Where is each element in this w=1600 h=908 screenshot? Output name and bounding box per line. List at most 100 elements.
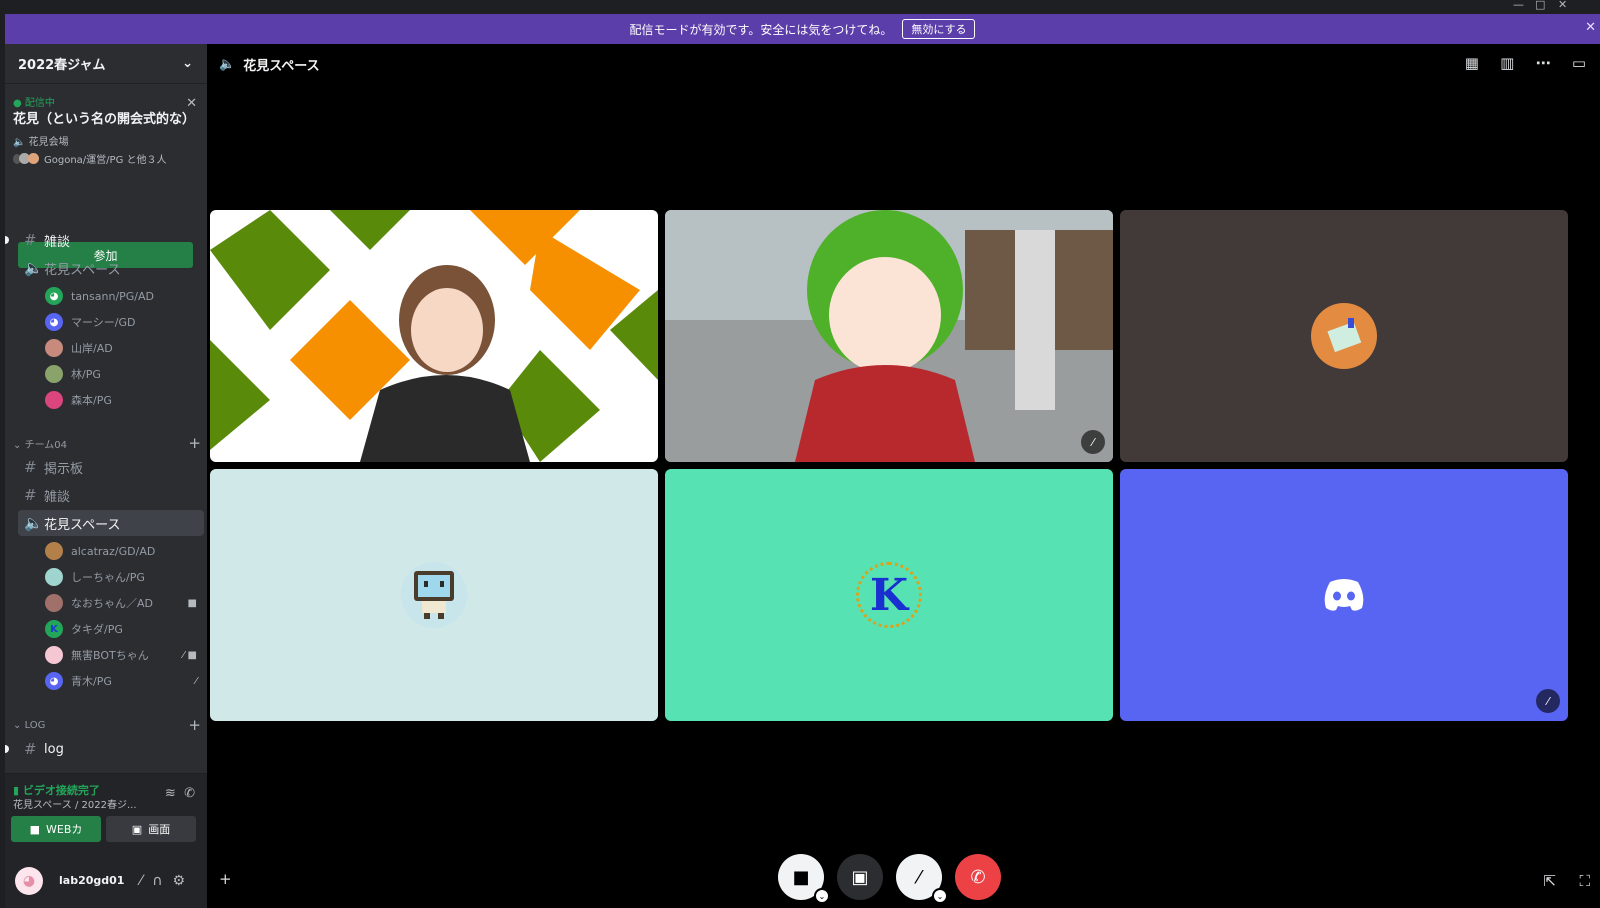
chevron-down-icon: ⌄ bbox=[182, 56, 193, 71]
voice-user[interactable]: K タキダ/PG bbox=[45, 617, 205, 641]
channel-log[interactable]: # log bbox=[18, 736, 204, 762]
gear-icon[interactable]: ⚙ bbox=[172, 873, 195, 889]
avatar-letter: K bbox=[869, 569, 909, 621]
popout-icon[interactable]: ▭ bbox=[1572, 54, 1586, 72]
video-tile-5[interactable]: K bbox=[665, 469, 1113, 721]
voice-location[interactable]: 花見スペース / 2022春ジ... bbox=[13, 796, 137, 811]
avatar-image bbox=[1327, 318, 1362, 353]
add-channel-icon[interactable]: + bbox=[188, 434, 201, 452]
add-user-icon[interactable]: + bbox=[219, 870, 232, 888]
chevron-down-icon[interactable]: ⌄ bbox=[932, 888, 948, 904]
speaker-icon: 🔈 bbox=[24, 259, 43, 277]
avatar[interactable]: ◕ bbox=[15, 866, 43, 895]
voice-user[interactable]: alcatraz/GD/AD bbox=[45, 539, 205, 563]
camera-toggle-button[interactable]: ■ ⌄ bbox=[778, 854, 830, 904]
chevron-down-icon[interactable]: ⌄ bbox=[814, 888, 830, 904]
channel-keijiban[interactable]: # 掲示板 bbox=[18, 454, 204, 480]
mute-icon[interactable]: ⁄ bbox=[140, 873, 152, 889]
close-icon[interactable]: ✕ bbox=[186, 96, 197, 111]
close-window-icon[interactable]: ✕ bbox=[1558, 0, 1567, 11]
streamer-mode-banner: 配信モードが有効です。安全には気をつけてね。 無効にする ✕ bbox=[5, 14, 1600, 44]
add-channel-icon[interactable]: + bbox=[188, 716, 201, 734]
camera-icon: ■ bbox=[187, 597, 197, 609]
camera-icon: ■ bbox=[792, 866, 810, 888]
avatar bbox=[45, 594, 63, 612]
server-header[interactable]: 2022春ジャム ⌄ bbox=[5, 44, 207, 84]
video-feed bbox=[210, 210, 658, 462]
header-actions: ▦ ▥ ⋯ ▭ bbox=[1449, 54, 1586, 72]
chevron-down-icon: ⌄ bbox=[13, 719, 22, 731]
avatar: K bbox=[45, 620, 63, 638]
voice-user[interactable]: しーちゃん/PG bbox=[45, 565, 205, 589]
disable-streamer-mode-button[interactable]: 無効にする bbox=[902, 19, 976, 39]
close-icon[interactable]: ✕ bbox=[1585, 20, 1596, 35]
speaker-icon: 🔈 bbox=[219, 56, 236, 72]
hash-icon: # bbox=[24, 740, 37, 758]
channel-zatsudan-2[interactable]: # 雑談 bbox=[18, 482, 204, 508]
mute-icon: ⁄ bbox=[917, 866, 921, 888]
voice-user[interactable]: なおちゃん／AD ■ bbox=[45, 591, 205, 615]
video-feed bbox=[665, 210, 1113, 462]
video-tile-2[interactable]: ⁄ bbox=[665, 210, 1113, 462]
disconnect-button[interactable]: ✆ bbox=[955, 854, 1001, 900]
avatar bbox=[45, 391, 63, 409]
screen-share-icon: ▣ bbox=[131, 822, 143, 836]
maximize-icon[interactable]: □ bbox=[1535, 0, 1545, 11]
more-icon[interactable]: ⋯ bbox=[1536, 54, 1551, 72]
video-tile-6[interactable]: ⁄ bbox=[1120, 469, 1568, 721]
video-tile-3[interactable] bbox=[1120, 210, 1568, 462]
camera-icon: ■ bbox=[29, 822, 41, 836]
speaker-icon: 🔈 bbox=[24, 514, 43, 532]
avatar bbox=[401, 562, 467, 628]
mute-toggle-button[interactable]: ⁄ ⌄ bbox=[896, 854, 948, 904]
live-status: ● 配信中 bbox=[13, 98, 55, 109]
channel-sidebar: 2022春ジャム ⌄ ● 配信中 花見（という名の開会式的な） 🔈 花見会場 G… bbox=[5, 44, 207, 908]
voice-user[interactable]: 林/PG bbox=[45, 362, 205, 386]
avatar bbox=[45, 568, 63, 586]
username[interactable]: lab20gd01 bbox=[59, 874, 124, 887]
video-tile-1[interactable] bbox=[210, 210, 658, 462]
unread-indicator bbox=[5, 236, 9, 244]
avatar bbox=[45, 646, 63, 664]
layout-icon[interactable]: ▥ bbox=[1500, 54, 1514, 72]
hash-icon: # bbox=[24, 231, 37, 249]
disconnect-icon[interactable]: ✆ bbox=[184, 786, 195, 801]
screen-share-button[interactable]: ▣ bbox=[837, 854, 883, 900]
voice-user[interactable]: 無害BOTちゃん ⁄ ■ bbox=[45, 643, 205, 667]
avatar bbox=[45, 542, 63, 560]
avatar: ◕ bbox=[45, 672, 63, 690]
voice-user[interactable]: ◕ tansann/PG/AD bbox=[45, 284, 205, 308]
mute-icon: ⁄ bbox=[1081, 430, 1105, 454]
avatar bbox=[45, 365, 63, 383]
popout-icon[interactable]: ⇱ bbox=[1543, 872, 1556, 890]
voice-user[interactable]: ◕ マーシー/GD bbox=[45, 310, 205, 334]
hangup-icon: ✆ bbox=[970, 866, 986, 888]
channel-hanami-space[interactable]: 🔈 花見スペース bbox=[18, 255, 204, 281]
channel-hanami-space-2[interactable]: 🔈 花見スペース bbox=[18, 510, 204, 536]
avatar: ◕ bbox=[45, 287, 63, 305]
headphones-icon[interactable]: ∩ bbox=[152, 873, 172, 889]
fullscreen-icon[interactable]: ⛶ bbox=[1579, 872, 1590, 890]
voice-user[interactable]: 山岸/AD bbox=[45, 336, 205, 360]
screen-share-icon: ▣ bbox=[851, 866, 869, 888]
minimize-icon[interactable]: — bbox=[1513, 0, 1524, 11]
live-participants: Gogona/運営/PG と他３人 bbox=[13, 151, 201, 166]
category-team04[interactable]: ⌄ チーム04 + bbox=[13, 434, 201, 452]
soundboard-icon[interactable]: ≋ bbox=[165, 786, 176, 801]
category-log[interactable]: ⌄ LOG + bbox=[13, 716, 201, 734]
live-channel: 🔈 花見会場 bbox=[13, 137, 69, 148]
chevron-down-icon: ⌄ bbox=[13, 439, 22, 451]
unread-indicator bbox=[5, 745, 9, 753]
video-tile-4[interactable] bbox=[210, 469, 658, 721]
voice-user[interactable]: 森本/PG bbox=[45, 388, 205, 412]
live-event-card: ● 配信中 花見（という名の開会式的な） 🔈 花見会場 Gogona/運営/PG… bbox=[13, 94, 201, 166]
page-title: 花見スペース bbox=[243, 58, 320, 74]
discord-icon bbox=[1324, 579, 1364, 611]
main-header: 🔈 花見スペース ▦ ▥ ⋯ ▭ bbox=[207, 44, 1600, 84]
event-icon[interactable]: ▦ bbox=[1465, 54, 1479, 72]
voice-user[interactable]: ◕ 青木/PG ⁄ bbox=[45, 669, 205, 693]
camera-button[interactable]: ■ WEBカ bbox=[11, 816, 101, 842]
robot-icon bbox=[414, 571, 454, 619]
channel-zatsudan[interactable]: # 雑談 bbox=[18, 227, 204, 253]
screen-share-button[interactable]: ▣ 画面 bbox=[106, 816, 196, 842]
